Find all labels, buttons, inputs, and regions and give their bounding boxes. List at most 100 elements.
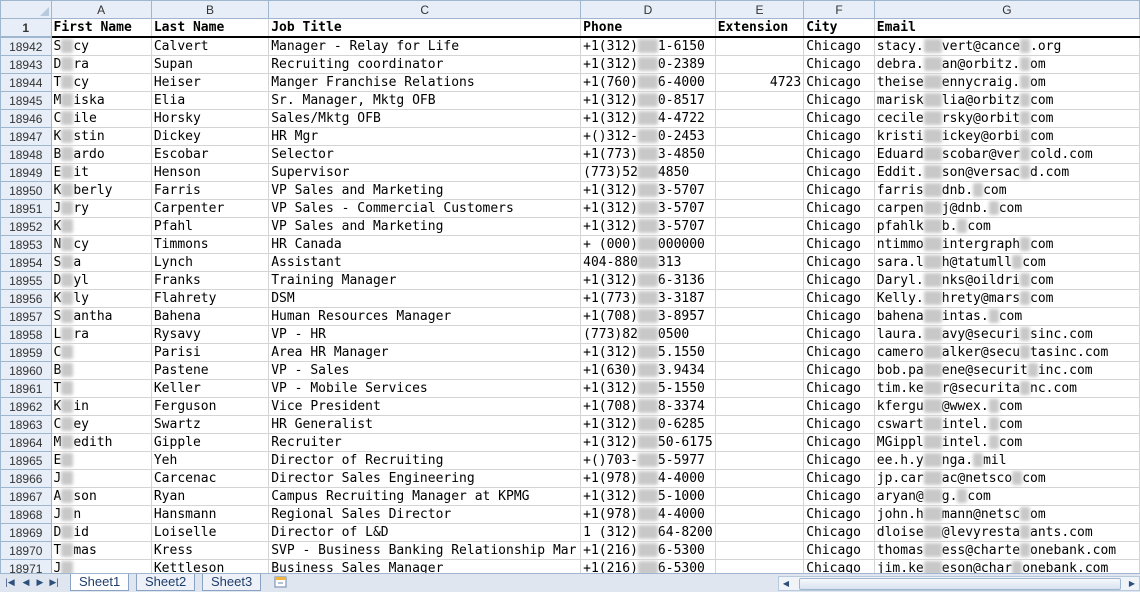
cell-phone[interactable]: +1(630) 3.9434 <box>580 361 716 380</box>
cell-city[interactable]: Chicago <box>803 91 875 110</box>
cell-city[interactable]: Chicago <box>803 505 875 524</box>
cell-city[interactable]: Chicago <box>803 415 875 434</box>
cell-phone[interactable]: +1(760) 6-4000 <box>580 73 716 92</box>
cell-extension[interactable] <box>714 127 805 146</box>
cell-last-name[interactable]: Pastene <box>150 361 270 380</box>
cell-last-name[interactable]: Carpenter <box>150 199 270 218</box>
cell-phone[interactable]: +1(312) 0-8517 <box>580 91 716 110</box>
cell-last-name[interactable]: Bahena <box>150 307 270 326</box>
cell-phone[interactable]: +1(312) 5-1000 <box>580 487 716 506</box>
cell-extension[interactable] <box>714 433 805 452</box>
cell-email[interactable]: jim.ke eson@char onebank.com <box>873 559 1140 573</box>
cell-last-name[interactable]: Dickey <box>150 127 270 146</box>
cell-email[interactable]: camero alker@secu tasinc.com <box>873 343 1140 362</box>
cell-phone[interactable]: +1(773) 3-3187 <box>580 289 716 308</box>
cell-phone[interactable]: +1(216) 6-5300 <box>580 541 716 560</box>
cell-last-name[interactable]: Carcenac <box>150 469 270 488</box>
cell-last-name[interactable]: Heiser <box>150 73 270 92</box>
cell-first-name[interactable]: Kin <box>50 397 152 416</box>
cell-last-name[interactable]: Yeh <box>150 451 270 470</box>
cell-city[interactable]: Chicago <box>803 433 875 452</box>
cell-extension[interactable] <box>714 343 805 362</box>
cell-extension[interactable] <box>714 397 805 416</box>
cell-extension[interactable] <box>714 541 805 560</box>
cell-last-name[interactable]: Franks <box>150 271 270 290</box>
cell-city[interactable]: Chicago <box>803 181 875 200</box>
nav-next-icon[interactable]: ▶ <box>34 576 46 589</box>
cell-email[interactable]: dloise @levyresta ants.com <box>873 523 1140 542</box>
cell-extension[interactable] <box>714 271 805 290</box>
cell-extension[interactable] <box>714 217 805 236</box>
cell-first-name[interactable]: E <box>50 451 152 470</box>
cell-email[interactable]: cecile rsky@orbit com <box>873 109 1140 128</box>
cell-job-title[interactable]: VP - Sales <box>268 361 582 380</box>
cell-phone[interactable]: +1(312) 50-6175 <box>580 433 716 452</box>
header-cell-last-name[interactable]: Last Name <box>150 18 270 38</box>
horizontal-scrollbar[interactable]: ◀ ▶ <box>778 576 1140 591</box>
cell-city[interactable]: Chicago <box>803 379 875 398</box>
cell-phone[interactable]: +1(312) 5-1550 <box>580 379 716 398</box>
cell-first-name[interactable]: Sa <box>50 253 152 272</box>
cell-last-name[interactable]: Calvert <box>150 36 270 56</box>
tab-sheet3[interactable]: Sheet3 <box>202 574 262 591</box>
cell-phone[interactable]: +1(312) 6-3136 <box>580 271 716 290</box>
cell-city[interactable]: Chicago <box>803 235 875 254</box>
cell-extension[interactable]: 4723 <box>714 73 805 92</box>
cell-last-name[interactable]: Farris <box>150 181 270 200</box>
cell-last-name[interactable]: Henson <box>150 163 270 182</box>
header-cell-job-title[interactable]: Job Title <box>268 18 582 38</box>
cell-extension[interactable] <box>714 181 805 200</box>
cell-last-name[interactable]: Pfahl <box>150 217 270 236</box>
cell-email[interactable]: MGippl intel. com <box>873 433 1140 452</box>
header-cell-email[interactable]: Email <box>873 18 1140 38</box>
cell-last-name[interactable]: Horsky <box>150 109 270 128</box>
cell-email[interactable]: thomas ess@charte onebank.com <box>873 541 1140 560</box>
tab-sheet1[interactable]: Sheet1 <box>70 574 130 591</box>
row-number[interactable]: 18958 <box>0 325 52 344</box>
cell-extension[interactable] <box>714 109 805 128</box>
cell-city[interactable]: Chicago <box>803 559 875 573</box>
cell-job-title[interactable]: HR Canada <box>268 235 582 254</box>
row-number[interactable]: 1 <box>0 18 52 38</box>
cell-city[interactable]: Chicago <box>803 145 875 164</box>
row-number[interactable]: 18947 <box>0 127 52 146</box>
row-number[interactable]: 18951 <box>0 199 52 218</box>
cell-last-name[interactable]: Ferguson <box>150 397 270 416</box>
cell-email[interactable]: cswart intel. com <box>873 415 1140 434</box>
cell-job-title[interactable]: Vice President <box>268 397 582 416</box>
row-number[interactable]: 18971 <box>0 559 52 573</box>
cell-phone[interactable]: +1(773) 3-4850 <box>580 145 716 164</box>
cell-city[interactable]: Chicago <box>803 451 875 470</box>
row-number[interactable]: 18946 <box>0 109 52 128</box>
row-number[interactable]: 18950 <box>0 181 52 200</box>
cell-job-title[interactable]: Sr. Manager, Mktg OFB <box>268 91 582 110</box>
cell-city[interactable]: Chicago <box>803 73 875 92</box>
cell-last-name[interactable]: Lynch <box>150 253 270 272</box>
cell-phone[interactable]: +1(312) 1-6150 <box>580 36 716 56</box>
cell-job-title[interactable]: VP - Mobile Services <box>268 379 582 398</box>
row-number[interactable]: 18949 <box>0 163 52 182</box>
cell-city[interactable]: Chicago <box>803 361 875 380</box>
row-number[interactable]: 18952 <box>0 217 52 236</box>
row-number[interactable]: 18955 <box>0 271 52 290</box>
cell-job-title[interactable]: Human Resources Manager <box>268 307 582 326</box>
cell-extension[interactable] <box>714 163 805 182</box>
cell-first-name[interactable]: Lra <box>50 325 152 344</box>
cell-email[interactable]: aryan@ g. com <box>873 487 1140 506</box>
row-number[interactable]: 18959 <box>0 343 52 362</box>
cell-first-name[interactable]: Medith <box>50 433 152 452</box>
cell-phone[interactable]: (773)82 0500 <box>580 325 716 344</box>
cell-extension[interactable] <box>714 523 805 542</box>
cell-phone[interactable]: +1(978) 4-4000 <box>580 469 716 488</box>
cell-job-title[interactable]: HR Mgr <box>268 127 582 146</box>
cell-city[interactable]: Chicago <box>803 253 875 272</box>
cell-first-name[interactable]: Jn <box>50 505 152 524</box>
cell-first-name[interactable]: Kstin <box>50 127 152 146</box>
row-number[interactable]: 18956 <box>0 289 52 308</box>
cell-first-name[interactable]: K <box>50 217 152 236</box>
cell-job-title[interactable]: Director Sales Engineering <box>268 469 582 488</box>
row-number[interactable]: 18948 <box>0 145 52 164</box>
cell-extension[interactable] <box>714 469 805 488</box>
cell-city[interactable]: Chicago <box>803 127 875 146</box>
cell-last-name[interactable]: Hansmann <box>150 505 270 524</box>
